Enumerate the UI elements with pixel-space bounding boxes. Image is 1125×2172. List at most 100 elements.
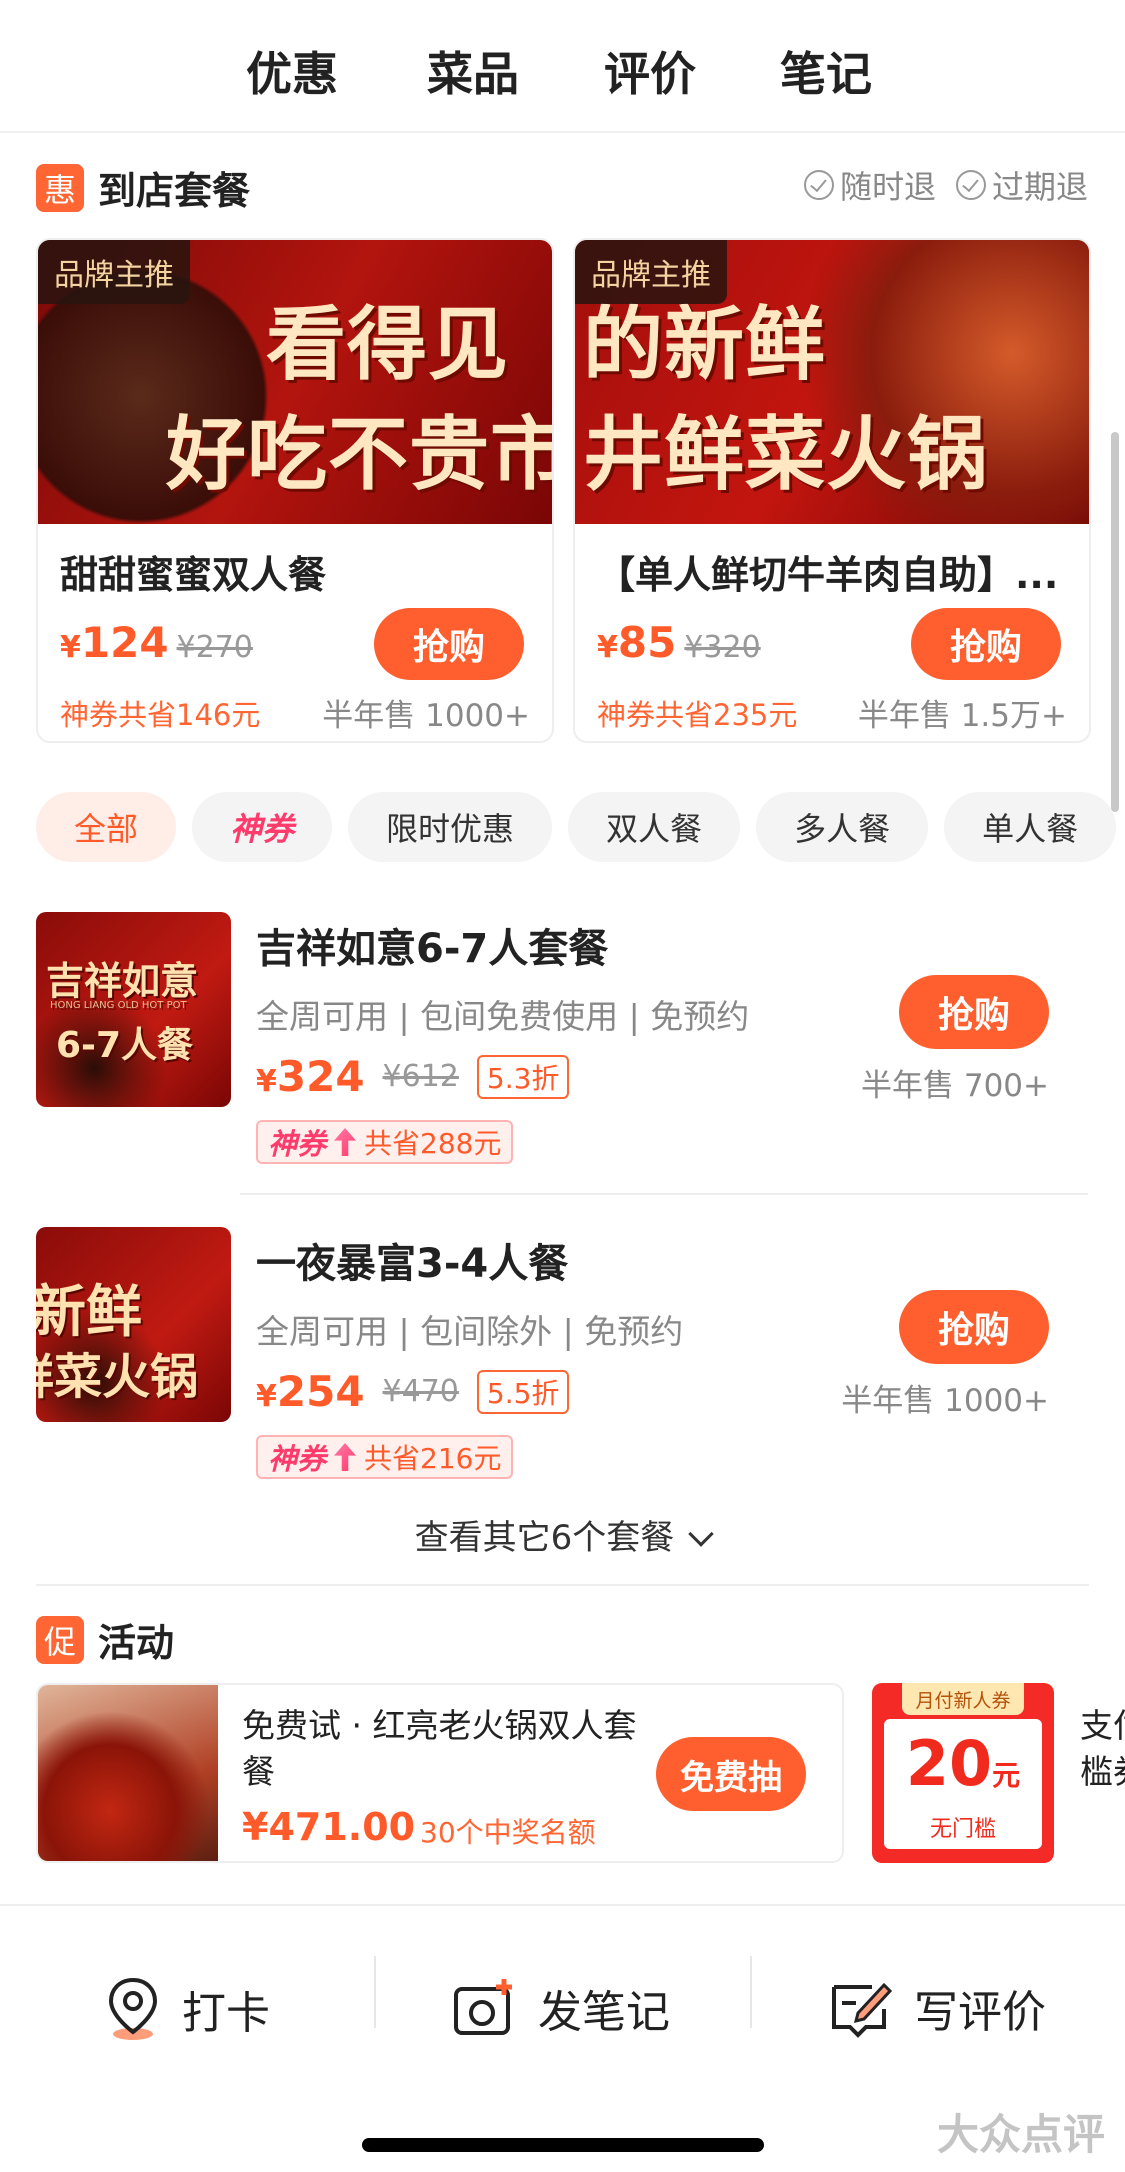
tab-reviews[interactable]: 评价: [604, 38, 696, 104]
filter-chip-multi-person[interactable]: 多人餐: [756, 792, 929, 862]
scrollbar[interactable]: [1111, 432, 1119, 812]
coupon-header: 月付新人券: [902, 1683, 1024, 1715]
location-pin-icon: [108, 1977, 158, 2040]
write-review-label: 写评价: [914, 1987, 1046, 2038]
policy-anytime-refund: 随时退: [803, 162, 936, 208]
discount-badge: 5.3折: [476, 1054, 570, 1099]
brand-promo-tag: 品牌主推: [575, 240, 727, 304]
view-more-packages[interactable]: 查看其它6个套餐: [0, 1510, 1125, 1559]
section-title: 到店套餐: [98, 169, 251, 213]
winner-count: 30个中奖名额: [420, 1816, 596, 1849]
divider: [750, 1956, 752, 2028]
arrow-up-icon: [334, 1443, 357, 1471]
checkin-button[interactable]: 打卡: [104, 1976, 270, 2042]
camera-plus-icon: [454, 1979, 512, 2035]
buy-button[interactable]: 抢购: [899, 1290, 1049, 1364]
chevron-down-icon: [688, 1521, 715, 1547]
filter-chip-limited[interactable]: 限时优惠: [348, 792, 553, 862]
super-coupon-tag: 神券 共省288元: [256, 1120, 514, 1164]
deal-title: 一夜暴富3-4人餐: [256, 1241, 569, 1287]
buy-button[interactable]: 抢购: [911, 608, 1061, 680]
view-more-label: 查看其它6个套餐: [414, 1518, 675, 1558]
home-indicator[interactable]: [362, 2138, 764, 2152]
featured-deal-image: 的新鲜 井鲜菜火锅 品牌主推: [575, 240, 1089, 524]
thumbnail-text: 鲜菜火锅: [36, 1349, 199, 1405]
deal-title: 吉祥如意6-7人套餐: [256, 926, 609, 972]
coupon-savings: 神券共省146元: [60, 698, 261, 732]
new-user-coupon-card[interactable]: 月付新人券 20元 无门槛: [872, 1683, 1054, 1863]
top-tab-bar: 优惠 菜品 评价 笔记: [0, 0, 1125, 133]
filter-chip-two-person[interactable]: 双人餐: [568, 792, 741, 862]
filter-chip-super-coupon[interactable]: 神券: [192, 792, 333, 862]
sales-count: 半年售 1000+: [322, 698, 530, 734]
buy-button[interactable]: 抢购: [374, 608, 524, 680]
coupon-savings: 共省216元: [364, 1442, 502, 1475]
banner-text: 好吃不贵市: [166, 408, 552, 501]
post-note-label: 发笔记: [538, 1987, 670, 2038]
coupon-amount: 20元: [905, 1727, 1021, 1800]
price-row: ¥124 ¥270: [60, 618, 253, 667]
policy-label: 随时退: [839, 168, 936, 206]
thumbnail-text: HONG LIANG OLD HOT POT: [50, 1000, 187, 1011]
deal-list-item[interactable]: 新鲜 鲜菜火锅 一夜暴富3-4人餐 全周可用 | 包间除外 | 免预约 ¥254…: [36, 1227, 1089, 1507]
checkin-label: 打卡: [182, 1988, 270, 2039]
check-circle-icon: [955, 170, 986, 200]
featured-deal-card[interactable]: 看得见 好吃不贵市 品牌主推 甜甜蜜蜜双人餐 ¥124 ¥270 抢购 神券共省…: [36, 238, 554, 743]
deal-name: 【单人鲜切牛羊肉自助】...: [597, 553, 1059, 597]
arrow-up-icon: [334, 1128, 357, 1156]
tab-dishes[interactable]: 菜品: [427, 38, 519, 104]
deal-thumbnail: 吉祥如意 HONG LIANG OLD HOT POT 6-7人餐: [36, 912, 231, 1107]
activity-title: 免费试 · 红亮老火锅双人套餐: [242, 1706, 637, 1791]
filter-chip-row: 全部 神券 限时优惠 双人餐 多人餐 单人餐: [36, 792, 1117, 862]
thumbnail-text: 吉祥如意: [46, 959, 199, 1003]
deal-list-item[interactable]: 吉祥如意 HONG LIANG OLD HOT POT 6-7人餐 吉祥如意6-…: [36, 912, 1089, 1192]
banner-text: 井鲜菜火锅: [583, 408, 988, 501]
sales-count: 半年售 700+: [861, 1068, 1049, 1104]
check-circle-icon: [803, 170, 834, 200]
filter-chip-all[interactable]: 全部: [36, 792, 177, 862]
deal-thumbnail: 新鲜 鲜菜火锅: [36, 1227, 231, 1422]
deal-price: ¥124: [60, 618, 169, 667]
coupon-body: 20元 无门槛: [884, 1719, 1042, 1849]
brand-promo-tag: 品牌主推: [38, 240, 190, 304]
sales-count: 半年售 1.5万+: [857, 698, 1067, 734]
coupon-savings: 共省288元: [364, 1127, 502, 1160]
post-note-button[interactable]: 发笔记: [452, 1976, 670, 2040]
original-price: ¥612: [382, 1059, 459, 1094]
hotpot-image: [38, 1685, 218, 1861]
tab-deals[interactable]: 优惠: [242, 38, 342, 106]
sales-count: 半年售 1000+: [841, 1383, 1049, 1419]
price-row: ¥324 ¥612 5.3折: [256, 1052, 570, 1101]
thumbnail-text: 新鲜: [36, 1280, 142, 1345]
coupon-logo: 神券: [268, 1442, 327, 1476]
coupon-note: 无门槛: [929, 1817, 996, 1842]
section-title: 活动: [98, 1621, 175, 1665]
filter-chip-single-person[interactable]: 单人餐: [944, 792, 1117, 862]
thumbnail-text: 6-7人餐: [56, 1025, 194, 1066]
partial-coupon-text: 支付 槛券: [1080, 1703, 1125, 1795]
promo-badge-icon: 促: [36, 1615, 84, 1664]
deal-conditions: 全周可用 | 包间除外 | 免预约: [256, 1312, 684, 1351]
divider: [374, 1956, 376, 2028]
banner-text: 看得见: [266, 298, 509, 391]
featured-deal-card[interactable]: 的新鲜 井鲜菜火锅 品牌主推 【单人鲜切牛羊肉自助】... ¥85 ¥320 抢…: [573, 238, 1091, 743]
coupon-logo: 神券: [268, 1127, 327, 1161]
watermark-logo: 大众点评: [936, 2110, 1105, 2159]
write-review-button[interactable]: 写评价: [828, 1976, 1046, 2040]
price-row: ¥254 ¥470 5.5折: [256, 1367, 570, 1416]
super-coupon-tag: 神券 共省216元: [256, 1435, 514, 1479]
bottom-action-bar: 打卡 发笔记 写评价 大众点评: [0, 1904, 1125, 2172]
refund-policies: 随时退 过期退: [803, 162, 1088, 208]
free-draw-button[interactable]: 免费抽: [656, 1737, 806, 1811]
deal-price: ¥324: [256, 1052, 365, 1101]
divider: [36, 1584, 1089, 1586]
coupon-savings: 神券共省235元: [597, 698, 798, 732]
featured-deal-image: 看得见 好吃不贵市 品牌主推: [38, 240, 552, 524]
deal-name: 甜甜蜜蜜双人餐: [60, 553, 327, 597]
deal-price: ¥254: [256, 1367, 365, 1416]
original-price: ¥270: [176, 630, 253, 665]
activity-section-header: 促 活动: [36, 1612, 174, 1667]
tab-notes[interactable]: 笔记: [780, 38, 872, 104]
buy-button[interactable]: 抢购: [899, 975, 1049, 1049]
free-trial-card[interactable]: 免费试 · 红亮老火锅双人套餐 ¥471.00 30个中奖名额 免费抽: [36, 1683, 844, 1863]
